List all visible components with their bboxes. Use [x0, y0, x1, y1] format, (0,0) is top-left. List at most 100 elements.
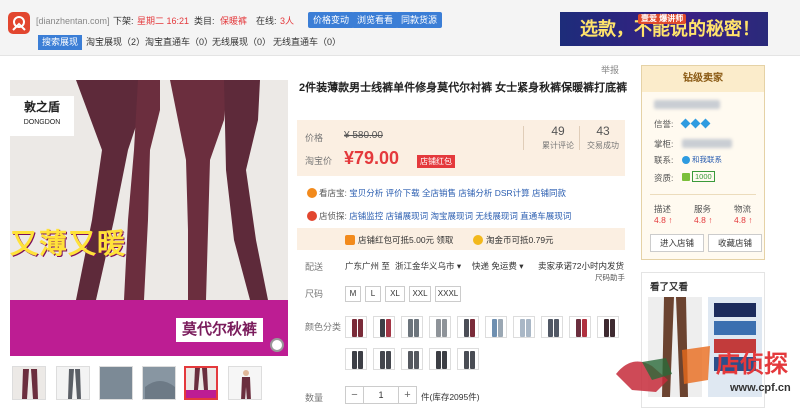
- color-swatch[interactable]: [373, 348, 395, 370]
- size-option-m[interactable]: M: [345, 286, 361, 302]
- current-price: ¥79.00: [344, 148, 400, 168]
- product-main-image[interactable]: 敦之盾 DONGDON: [10, 80, 288, 356]
- owner-name-blurred: [682, 139, 732, 148]
- delivery-from: 广东广州 至: [345, 261, 390, 271]
- score-desc-label: 描述: [654, 204, 672, 214]
- thumbnail-active[interactable]: [184, 366, 218, 400]
- tab-search-display[interactable]: 搜索展现: [38, 35, 83, 50]
- color-swatch[interactable]: [513, 316, 535, 338]
- brand-logo: 敦之盾 DONGDON: [10, 96, 74, 136]
- color-swatch[interactable]: [429, 316, 451, 338]
- ad-subtitle: 壹爱 爆讲师: [638, 14, 687, 24]
- size-option-xxl[interactable]: XXL: [409, 286, 431, 302]
- top-toolbar: [dianzhentan.com] 下架: 星期二 16:21 类目: 保暖裤 …: [0, 0, 800, 56]
- color-swatch[interactable]: [569, 316, 591, 338]
- deposit-value: 1000: [692, 171, 715, 182]
- category-value[interactable]: 保暖裤: [220, 14, 247, 28]
- delivery-to-select[interactable]: 浙江金华义乌市 ▾: [395, 260, 461, 272]
- size-helper-link[interactable]: 尺码助手: [595, 272, 625, 283]
- watermark-url: www.cpf.cn: [730, 382, 791, 394]
- tab-mobile-ztc[interactable]: 无线直通车（0）: [273, 35, 341, 50]
- score-desc-value: 4.8 ↑: [654, 215, 673, 225]
- sales-count: 43: [596, 124, 610, 138]
- dianzhentan-icon: [307, 211, 317, 221]
- shop-name-blurred: [654, 100, 720, 109]
- color-swatch[interactable]: [485, 316, 507, 338]
- chevron-down-icon: ▾: [456, 261, 462, 271]
- delivery-promise: 卖家承诺72小时内发货: [538, 261, 624, 271]
- online-value: 3人: [280, 16, 295, 26]
- logo-icon: [8, 12, 30, 34]
- watermark-logo: 店侦探 www.cpf.cn: [612, 340, 800, 408]
- sales-count-label: 交易成功: [587, 141, 619, 150]
- owner-label: 掌柜:: [654, 139, 674, 149]
- original-price: ¥ 580.00: [344, 130, 383, 141]
- enter-shop-button[interactable]: 进入店铺: [650, 234, 704, 252]
- stock-count: 件(库存2095件): [421, 392, 480, 402]
- dianzhentan-links[interactable]: 店铺监控 店铺展现词 淘宝展现词 无线展现词 直通车展现词: [349, 211, 571, 221]
- thumbnail[interactable]: [99, 366, 133, 400]
- color-swatch[interactable]: [597, 316, 619, 338]
- thumbnail[interactable]: [56, 366, 90, 400]
- delivery-fee: 快递 免运费: [472, 261, 517, 271]
- online-label: 在线:: [256, 16, 277, 26]
- promo-product-name: 莫代尔秋裤: [176, 318, 264, 342]
- tab-taobao-display[interactable]: 淘宝展现（2）: [86, 35, 145, 50]
- quantity-stepper: − 1 +: [345, 386, 417, 404]
- quantity-minus-button[interactable]: −: [346, 387, 364, 403]
- size-option-l[interactable]: L: [365, 286, 381, 302]
- promo-price-label: 淘宝价: [305, 156, 333, 166]
- color-swatch[interactable]: [429, 348, 451, 370]
- wangwang-icon: [682, 156, 690, 164]
- color-swatch[interactable]: [457, 316, 479, 338]
- promo-headline: 又薄又暖: [10, 228, 127, 259]
- size-option-xxxl[interactable]: XXXL: [435, 286, 461, 302]
- quantity-plus-button[interactable]: +: [398, 387, 416, 403]
- delivery-label: 配送: [305, 262, 324, 272]
- credit-diamonds: [680, 118, 712, 129]
- color-swatch[interactable]: [541, 316, 563, 338]
- delivery-fee-select[interactable]: 快递 免运费 ▾: [472, 260, 524, 272]
- shop-coupon-tag[interactable]: 店铺红包: [417, 155, 455, 168]
- price-change-button[interactable]: 价格变动: [308, 12, 355, 28]
- size-label: 尺码: [305, 289, 324, 299]
- color-swatch[interactable]: [401, 316, 423, 338]
- tab-mobile-display[interactable]: 无线展现（0）: [212, 35, 271, 50]
- quantity-input[interactable]: 1: [364, 387, 398, 403]
- color-label: 颜色分类: [305, 322, 342, 332]
- dianzhentan-label: 店侦探:: [319, 211, 347, 221]
- qualification-label: 资质:: [654, 173, 674, 183]
- contact-link[interactable]: 和我联系: [682, 154, 722, 165]
- browse-button[interactable]: 浏览看看: [352, 12, 399, 28]
- contact-text: 和我联系: [692, 155, 722, 164]
- score-logistics-label: 物流: [734, 204, 752, 214]
- coupon-icon: [345, 235, 355, 245]
- watermark-brand: 店侦探: [716, 351, 788, 378]
- score-logistics-value: 4.8 ↑: [734, 215, 753, 225]
- chevron-down-icon: ▾: [519, 261, 524, 271]
- same-source-button[interactable]: 同款货源: [396, 12, 443, 28]
- favorite-shop-button[interactable]: 收藏店铺: [708, 234, 762, 252]
- thumbnail[interactable]: [12, 366, 46, 400]
- color-swatch[interactable]: [401, 348, 423, 370]
- color-swatch[interactable]: [345, 316, 367, 338]
- thumbnail[interactable]: [228, 366, 262, 400]
- contact-label: 联系:: [654, 155, 674, 165]
- ad-banner[interactable]: 壹爱 爆讲师 选款，不能说的秘密！: [560, 12, 768, 46]
- score-service-value: 4.8 ↑: [694, 215, 713, 225]
- delivery-to: 浙江金华义乌市: [395, 261, 455, 271]
- kandianbao-links[interactable]: 宝贝分析 评价下载 全店销售 店铺分析 DSR计算 店铺同款: [349, 188, 566, 198]
- color-swatch[interactable]: [457, 348, 479, 370]
- review-count-label: 累计评论: [542, 141, 574, 150]
- shop-coupon[interactable]: 店铺红包可抵5.00元 领取: [345, 234, 453, 246]
- coupon-bar: 店铺红包可抵5.00元 领取 淘金币可抵0.79元: [297, 228, 625, 250]
- color-swatch[interactable]: [345, 348, 367, 370]
- kandianbao-tools: 看店宝: 宝贝分析 评价下载 全店销售 店铺分析 DSR计算 店铺同款: [307, 187, 566, 199]
- zoom-icon[interactable]: [270, 338, 284, 352]
- tab-taobao-ztc[interactable]: 淘宝直通车（0）: [145, 35, 213, 50]
- size-option-xl[interactable]: XL: [385, 286, 405, 302]
- thumbnail[interactable]: [142, 366, 176, 400]
- report-link[interactable]: 举报: [601, 63, 619, 76]
- color-swatch[interactable]: [373, 316, 395, 338]
- time-value: 星期二 16:21: [137, 16, 190, 26]
